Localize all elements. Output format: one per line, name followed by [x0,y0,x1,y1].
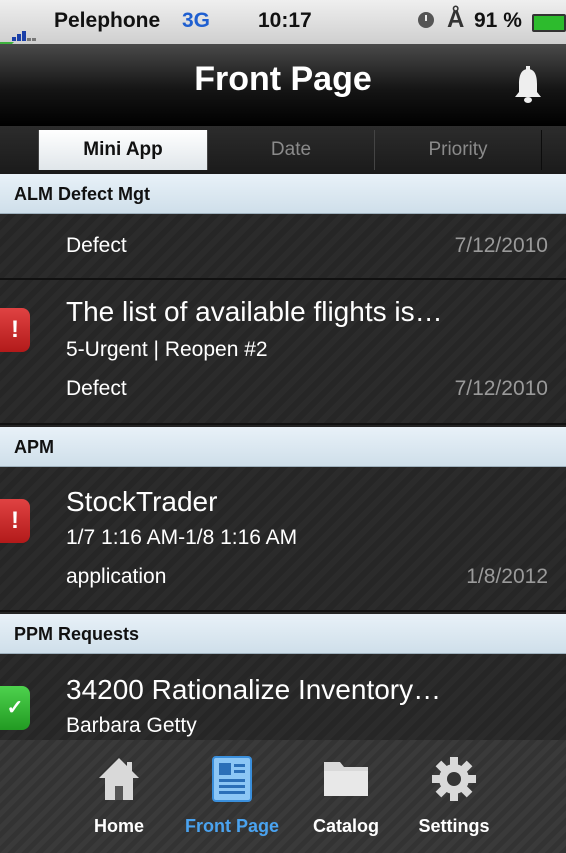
item-type: Defect [66,234,127,257]
list-item[interactable]: Defect 7/12/2010 [0,214,566,280]
status-time: 10:17 [258,9,312,32]
item-subtitle: 5-Urgent | Reopen #2 [66,338,268,361]
item-date: 1/8/2012 [466,565,548,588]
tabbar-home[interactable]: Home [78,740,160,853]
sort-tabs: Mini App Date Priority [0,126,566,174]
list-item[interactable]: ✓ 34200 Rationalize Inventory… Barbara G… [0,654,566,744]
bell-icon[interactable] [513,66,543,104]
bottom-tab-bar: Home Front Page Catalog Settings [0,740,566,853]
tabbar-front-page[interactable]: Front Page [176,740,288,853]
list-item[interactable]: ! The list of available flights is… 5-Ur… [0,280,566,425]
item-subtitle: 1/7 1:16 AM-1/8 1:16 AM [66,526,298,549]
item-type: Defect [66,377,127,400]
tabbar-catalog[interactable]: Catalog [302,740,390,853]
signal-icon [12,17,37,41]
item-title: The list of available flights is… [66,296,443,327]
list-item[interactable]: ! StockTrader 1/7 1:16 AM-1/8 1:16 AM ap… [0,467,566,612]
urgent-badge-icon: ! [0,499,30,543]
item-date: 7/12/2010 [454,377,548,400]
item-type: application [66,565,167,588]
tabbar-label: Home [93,816,144,836]
page-title: Front Page [194,60,372,98]
tabbar-label: Settings [418,816,490,836]
folder-icon [324,762,368,796]
tabbar-settings[interactable]: Settings [404,740,504,853]
network-type: 3G [182,9,211,32]
section-header-apm: APM [0,427,566,467]
tabbar-label: Catalog [312,816,379,836]
navigation-bar: Front Page [0,44,566,126]
gear-icon [432,757,476,801]
urgent-badge-icon: ! [0,308,30,352]
status-bar: Pelephone 3G 10:17 Å 91 % [0,0,566,56]
home-icon [99,758,139,800]
alarm-clock-icon [418,12,434,28]
bluetooth-icon: Å [447,6,465,33]
tabbar-label: Front Page [184,816,279,836]
section-header-ppm: PPM Requests [0,614,566,654]
battery-percent: 91 % [474,9,522,32]
item-date: 7/12/2010 [454,234,548,257]
tab-date[interactable]: Date [207,130,375,170]
item-title: StockTrader [66,486,218,517]
checkmark-badge-icon: ✓ [0,686,30,730]
tab-mini-app[interactable]: Mini App [38,130,208,170]
carrier-name: Pelephone [54,9,161,32]
tab-priority[interactable]: Priority [374,130,542,170]
item-subtitle: Barbara Getty [66,714,197,737]
item-title: 34200 Rationalize Inventory… [66,674,442,705]
battery-icon [532,14,566,32]
newspaper-icon [212,756,252,802]
section-header-alm: ALM Defect Mgt [0,174,566,214]
